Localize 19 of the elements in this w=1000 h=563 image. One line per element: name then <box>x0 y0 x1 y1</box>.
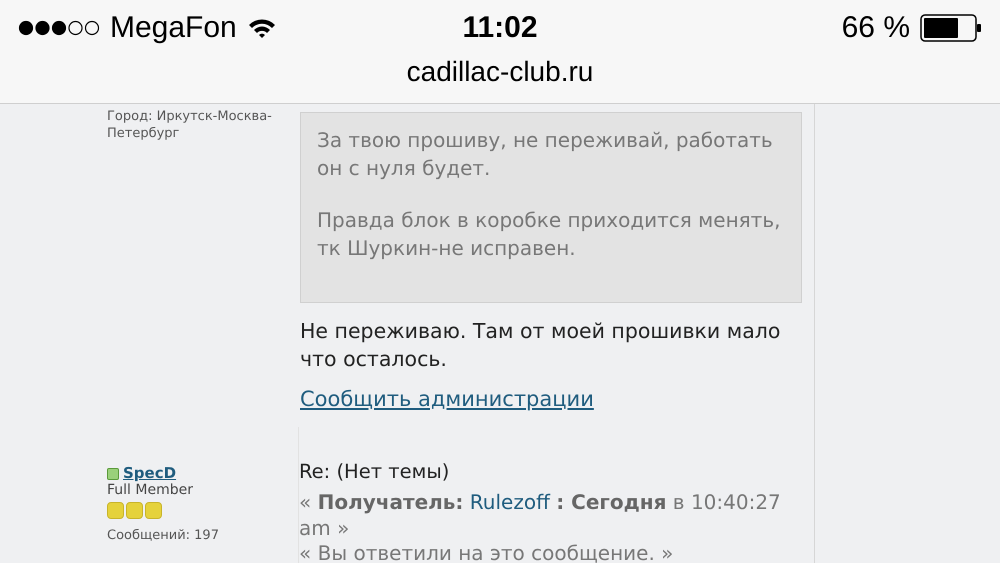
wifi-icon <box>246 17 277 39</box>
clock: 11:02 <box>462 11 538 45</box>
recipient-link[interactable]: Rulezoff <box>470 490 550 514</box>
quote-text: Правда блок в коробке приходится менять, тк Шуркин-не исправен. <box>317 207 782 262</box>
member-rank: Full Member <box>107 482 194 499</box>
page-address[interactable]: cadillac-club.ru <box>0 56 1000 88</box>
signal-icon <box>18 20 100 36</box>
quote-text: За твою прошиву, не переживай, работать он с нуля будет. <box>317 127 774 182</box>
author-location: Город: Иркутск-Москва-Петербург <box>107 108 273 142</box>
author-name[interactable]: SpecD <box>123 465 176 482</box>
carrier-name: MegaFon <box>110 11 237 45</box>
post-text: Не переживаю. Там от моей прошивки мало что осталось. <box>300 318 782 373</box>
battery-icon <box>920 14 982 42</box>
report-link[interactable]: Сообщить администрации <box>300 387 594 411</box>
post-meta: « Получатель: Rulezoff : Сегодня в 10:40:27 am » <box>299 489 782 541</box>
post-subject: Re: (Нет темы) <box>299 459 450 485</box>
replied-note: « Вы ответили на это сообщение. » <box>299 541 674 563</box>
battery-percentage: 66 % <box>842 11 910 45</box>
post-count: Сообщений: 197 <box>107 527 220 544</box>
